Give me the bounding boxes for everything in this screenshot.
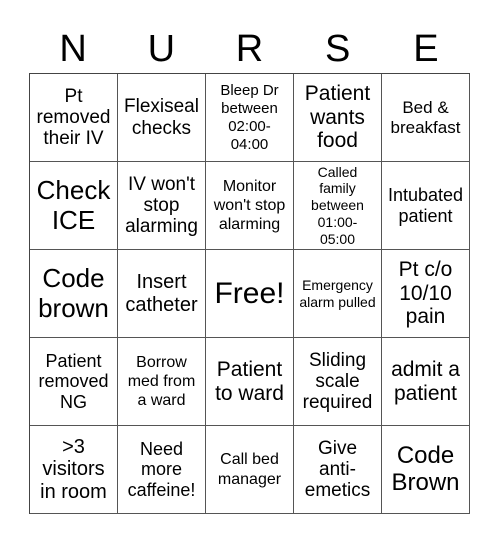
header-letter-n: N <box>59 28 87 70</box>
bingo-cell[interactable]: Borrow med from a ward <box>118 338 206 426</box>
cell-text: Pt c/o 10/10 pain <box>398 258 453 329</box>
cell-text: Free! <box>214 276 285 310</box>
bingo-cell[interactable]: admit a patient <box>382 338 470 426</box>
cell-text: Called family between 01:00-05:00 <box>311 163 364 247</box>
bingo-cell[interactable]: Give anti-emetics <box>294 426 382 514</box>
bingo-cell[interactable]: Called family between 01:00-05:00 <box>294 162 382 250</box>
bingo-cell[interactable]: Emergency alarm pulled <box>294 250 382 338</box>
cell-text: Patient wants food <box>304 82 371 153</box>
cell-text: Need more caffeine! <box>127 439 196 500</box>
bingo-cell[interactable]: Patient to ward <box>206 338 294 426</box>
cell-text: Call bed manager <box>217 451 282 488</box>
cell-text: Bed & breakfast <box>390 98 461 137</box>
bingo-cell[interactable]: Check ICE <box>30 162 118 250</box>
bingo-cell[interactable]: Sliding scale required <box>294 338 382 426</box>
header-letter-u: U <box>147 28 176 70</box>
bingo-cell[interactable]: Intubated patient <box>382 162 470 250</box>
cell-text: >3 visitors in room <box>40 435 107 503</box>
bingo-cell[interactable]: IV won't stop alarming <box>118 162 206 250</box>
bingo-cell free-space[interactable]: Free! <box>206 250 294 338</box>
cell-text: Check ICE <box>36 175 111 235</box>
bingo-cell[interactable]: Flexiseal checks <box>118 74 206 162</box>
cell-text: Flexiseal checks <box>124 96 199 139</box>
cell-text: Patient removed NG <box>38 351 109 412</box>
cell-text: Intubated patient <box>387 185 464 226</box>
bingo-cell[interactable]: Need more caffeine! <box>118 426 206 514</box>
bingo-cell[interactable]: Patient wants food <box>294 74 382 162</box>
header-letter-e: E <box>413 28 439 70</box>
cell-text: Insert catheter <box>125 271 198 316</box>
bingo-cell[interactable]: Monitor won't stop alarming <box>206 162 294 250</box>
bingo-cell[interactable]: Bed & breakfast <box>382 74 470 162</box>
bingo-cell[interactable]: Code brown <box>30 250 118 338</box>
cell-text: Give anti-emetics <box>304 437 371 502</box>
cell-text: Sliding scale required <box>302 349 373 414</box>
bingo-grid: Pt removed their IV Flexiseal checks Ble… <box>29 73 470 514</box>
cell-text: Emergency alarm pulled <box>299 276 376 310</box>
cell-text: admit a patient <box>391 357 460 405</box>
bingo-cell[interactable]: Pt c/o 10/10 pain <box>382 250 470 338</box>
cell-text: Code Brown <box>391 441 460 496</box>
bingo-cell[interactable]: >3 visitors in room <box>30 426 118 514</box>
bingo-cell[interactable]: Pt removed their IV <box>30 74 118 162</box>
bingo-cell[interactable]: Patient removed NG <box>30 338 118 426</box>
cell-text: Code brown <box>38 263 109 323</box>
cell-text: Pt removed their IV <box>36 85 111 150</box>
bingo-cell[interactable]: Insert catheter <box>118 250 206 338</box>
cell-text: Borrow med from a ward <box>127 353 196 410</box>
bingo-header: N U R S E <box>29 26 470 72</box>
bingo-cell[interactable]: Bleep Dr between 02:00-04:00 <box>206 74 294 162</box>
cell-text: IV won't stop alarming <box>125 173 198 238</box>
bingo-cell[interactable]: Call bed manager <box>206 426 294 514</box>
header-letter-s: S <box>325 28 351 70</box>
cell-text: Patient to ward <box>215 357 284 405</box>
header-letter-r: R <box>235 28 264 70</box>
cell-text: Monitor won't stop alarming <box>213 177 286 234</box>
cell-text: Bleep Dr between 02:00-04:00 <box>220 81 279 153</box>
bingo-cell[interactable]: Code Brown <box>382 426 470 514</box>
